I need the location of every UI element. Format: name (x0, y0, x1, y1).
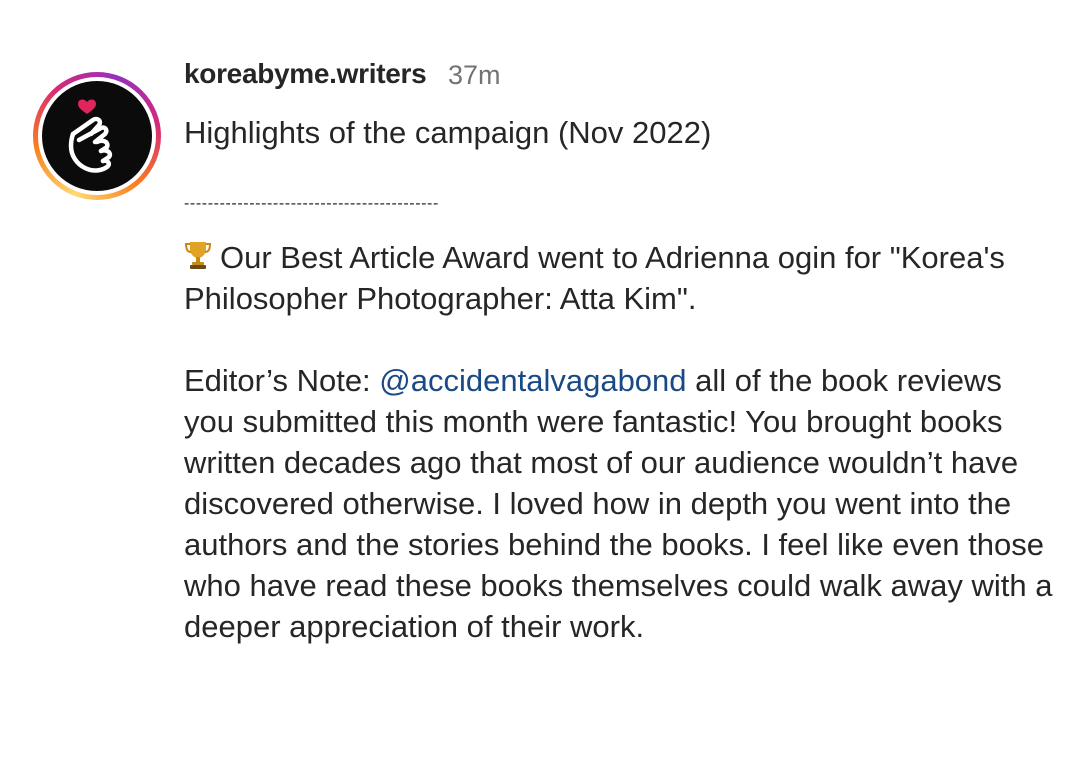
trophy-icon (184, 242, 212, 269)
comment-post: koreabyme.writers 37m Highlights of the … (0, 0, 1080, 772)
award-paragraph: Our Best Article Award went to Adrienna … (184, 237, 1054, 319)
editor-note-paragraph: Editor’s Note: @accidentalvagabond all o… (184, 360, 1054, 647)
editor-note-body: all of the book reviews you submitted th… (184, 363, 1053, 644)
finger-heart-icon (68, 99, 113, 173)
post-username[interactable]: koreabyme.writers (184, 58, 427, 90)
avatar-border (38, 77, 156, 195)
post-caption: Highlights of the campaign (Nov 2022) --… (184, 112, 1054, 647)
mention-link[interactable]: @accidentalvagabond (379, 363, 686, 398)
caption-title: Highlights of the campaign (Nov 2022) (184, 115, 712, 150)
post-timestamp: 37m (448, 60, 501, 90)
editor-note-prefix: Editor’s Note: (184, 363, 380, 398)
caption-divider: ----------------------------------------… (184, 195, 439, 212)
avatar[interactable] (42, 81, 152, 191)
award-text: Our Best Article Award went to Adrienna … (184, 240, 1005, 316)
story-ring[interactable] (33, 72, 161, 200)
